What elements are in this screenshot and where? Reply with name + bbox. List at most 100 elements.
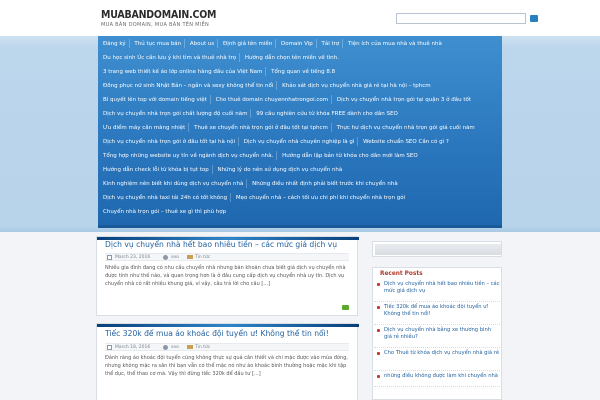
nav-item[interactable]: Khảo sát dịch vụ chuyển nhà giá rẻ tại h… xyxy=(279,80,434,93)
bullet-icon xyxy=(377,283,380,286)
nav-item-dinh-gia[interactable]: Định giá tên miền xyxy=(220,38,275,51)
nav-item[interactable]: Bí quyết lên top với domain tiếng việt xyxy=(100,94,210,107)
sidebar-widget-top xyxy=(372,241,502,257)
nav-item[interactable]: Tổng quan về tiếng 8.8 xyxy=(268,66,338,79)
nav-divider xyxy=(357,137,359,146)
nav-divider xyxy=(238,137,240,146)
nav-item[interactable]: Dịch vụ chuyển nhà trọn gói ở đâu tốt tạ… xyxy=(100,136,238,149)
nav-divider xyxy=(230,193,232,202)
nav-item[interactable]: Những lý do nên sử dụng dịch vụ chuyển n… xyxy=(214,164,345,177)
post-title[interactable]: Tiếc 320k để mua áo khoác đội tuyển ư! K… xyxy=(105,329,329,338)
nav-row: Kinh nghiệm nên biết khi dùng dịch vụ ch… xyxy=(100,178,401,192)
folder-icon xyxy=(187,345,193,349)
calendar-icon xyxy=(107,255,112,260)
recent-posts-title: Recent Posts xyxy=(380,271,423,277)
nav-item[interactable]: Mẹo chuyển nhà – cách tối ưu chi phí khi… xyxy=(233,192,408,205)
post-meta: March 23, 2016 seo Tin tức xyxy=(105,253,349,261)
nav-divider xyxy=(211,165,213,174)
recent-post-item[interactable]: Tiếc 320k để mua áo khoác đội tuyển ư! K… xyxy=(374,304,500,325)
post-author[interactable]: seo xyxy=(171,255,179,260)
recent-post-item[interactable]: Dịch vụ chuyển nhà hết bao nhiêu tiền – … xyxy=(374,281,500,302)
nav-item[interactable]: 99 câu nghiên cứu từ khóa FREE dành cho … xyxy=(253,108,401,121)
nav-row: Đăng ký Thủ tục mua bán About us Định gi… xyxy=(100,38,445,52)
recent-post-link[interactable]: Dịch vụ chuyển nhà hết bao nhiêu tiền – … xyxy=(384,281,500,294)
nav-item[interactable]: Ưu điểm máy cân màng nhiệt xyxy=(100,122,188,135)
nav-row: Ưu điểm máy cân màng nhiệt Thuê xe chuyể… xyxy=(100,122,478,136)
recent-post-item[interactable]: Cho Thuê từ khóa dịch vụ chuyển nhà giá … xyxy=(374,350,500,371)
nav-item[interactable]: Dịch vụ chuyển nhà trọn gói tại quận 3 ở… xyxy=(334,94,474,107)
nav-item-dang-ky[interactable]: Đăng ký xyxy=(100,38,129,51)
nav-divider xyxy=(209,95,211,104)
nav-row: 3 trang web thiết kế áo lớp online hàng … xyxy=(100,66,338,80)
bullet-icon xyxy=(377,352,380,355)
nav-item[interactable]: Dịch vụ chuyển nhà chuyên nghiệp là gì xyxy=(241,136,358,149)
recent-post-link[interactable]: Dịch vụ chuyển nhà bằng xe thương binh g… xyxy=(384,327,491,340)
site-tagline: MUA BÁN DOMAIN, MUA BÁN TÊN MIỀN xyxy=(101,22,210,28)
search-input[interactable] xyxy=(396,13,526,24)
nav-divider xyxy=(188,123,190,132)
nav-divider xyxy=(246,179,248,188)
nav-row: Dịch vụ chuyển nhà taxi tải 24h có tốt k… xyxy=(100,192,408,206)
post-category[interactable]: Tin tức xyxy=(195,255,210,260)
nav-item[interactable]: Website chuẩn SEO Cần có gì ? xyxy=(360,136,452,149)
search-button[interactable] xyxy=(530,15,538,22)
nav-row: Dịch vụ chuyển nhà trọn gói ở đâu tốt tạ… xyxy=(100,136,452,150)
nav-item-about[interactable]: About us xyxy=(187,38,217,51)
nav-item[interactable]: Kinh nghiệm nên biết khi dùng dịch vụ ch… xyxy=(100,178,246,191)
nav-item[interactable]: Cho thuê domain chuyennhatrongoi.com xyxy=(213,94,332,107)
nav-item[interactable]: Thuê xe chuyển nhà trọn gói ở đâu tốt tạ… xyxy=(191,122,331,135)
nav-row: Hướng dẫn check lỗi từ khóa bị tụt top N… xyxy=(100,164,345,178)
user-icon xyxy=(163,345,168,350)
recent-post-link[interactable]: Tiếc 320k để mua áo khoác đội tuyển ư! K… xyxy=(384,304,489,317)
nav-item-domain-vip[interactable]: Domain Vip xyxy=(278,38,316,51)
post-excerpt: Nhiều gia đình đang có nhu cầu chuyển nh… xyxy=(105,265,346,287)
post-date: March 23, 2016 xyxy=(115,255,151,260)
recent-post-link[interactable]: Cho Thuê từ khóa dịch vụ chuyển nhà giá … xyxy=(384,350,499,356)
recent-post-item[interactable]: Dịch vụ chuyển nhà bằng xe thương binh g… xyxy=(374,327,500,348)
nav-item-tai-tro[interactable]: Tải trợ xyxy=(319,38,343,51)
nav-item[interactable]: Dịch vụ chuyển nhà trọn gói chất lượng đ… xyxy=(100,108,250,121)
nav-item-tien-ich[interactable]: Tiện ích của mua nhà và thuê nhà xyxy=(345,38,445,51)
sidebar-widget-header xyxy=(375,244,501,255)
nav-item[interactable]: 3 trang web thiết kế áo lớp online hàng … xyxy=(100,66,265,79)
nav-item[interactable]: Hướng dẫn check lỗi từ khóa bị tụt top xyxy=(100,164,212,177)
nav-divider xyxy=(239,53,241,62)
folder-icon xyxy=(187,255,193,259)
bullet-icon xyxy=(377,329,380,332)
site-header: MUABANDOMAIN.COM MUA BÁN DOMAIN, MUA BÁN… xyxy=(0,0,600,36)
nav-divider xyxy=(342,39,344,48)
nav-row: Đồng phục nữ sinh Nhật Bản – ngắn và sex… xyxy=(100,80,434,94)
recent-post-item[interactable]: những điều không được làm khi chuyển nhà xyxy=(374,373,500,387)
nav-item[interactable]: Thực hư dịch vụ chuyển nhà trọn gói giá … xyxy=(334,122,478,135)
post-category[interactable]: Tin tức xyxy=(195,345,210,350)
post-date: March 18, 2016 xyxy=(115,345,151,350)
nav-divider xyxy=(250,109,252,118)
nav-row: Bí quyết lên top với domain tiếng việt C… xyxy=(100,94,474,108)
nav-item[interactable]: Dịch vụ chuyển nhà taxi tải 24h có tốt k… xyxy=(100,192,230,205)
post-excerpt: Đánh răng áo khoác đội tuyển cũng không … xyxy=(105,355,348,377)
nav-item[interactable]: Du học sinh Úc cần lưu ý khi tìm và thuê… xyxy=(100,52,239,65)
nav-item[interactable]: Hướng dẫn lập bản từ khóa cho dân mới là… xyxy=(279,150,421,163)
post-card: Dịch vụ chuyển nhà hết bao nhiêu tiền – … xyxy=(96,236,359,316)
nav-item[interactable]: Đồng phục nữ sinh Nhật Bản – ngắn và sex… xyxy=(100,80,276,93)
nav-item[interactable]: Những điều nhất định phải biết trước khi… xyxy=(249,178,401,191)
nav-divider xyxy=(276,81,278,90)
nav-item-thu-tuc[interactable]: Thủ tục mua bán xyxy=(131,38,184,51)
nav-divider xyxy=(128,39,130,48)
nav-row: Du học sinh Úc cần lưu ý khi tìm và thuê… xyxy=(100,52,342,66)
post-author[interactable]: seo xyxy=(171,345,179,350)
nav-item[interactable]: Hướng dẫn chọn tên miền về tình. xyxy=(242,52,342,65)
nav-item[interactable]: Tổng hợp những website uy tín về ngành d… xyxy=(100,150,276,163)
post-card: Tiếc 320k để mua áo khoác đội tuyển ư! K… xyxy=(96,323,359,400)
nav-item[interactable]: Chuyển nhà trọn gói – thuê xe gì thì phù… xyxy=(100,206,229,219)
nav-divider xyxy=(217,39,219,48)
recent-post-link[interactable]: những điều không được làm khi chuyển nhà xyxy=(384,373,498,379)
nav-divider xyxy=(275,39,277,48)
nav-row: Tổng hợp những website uy tín về ngành d… xyxy=(100,150,421,164)
bullet-icon xyxy=(377,306,380,309)
post-title[interactable]: Dịch vụ chuyển nhà hết bao nhiêu tiền – … xyxy=(105,240,337,249)
site-logo[interactable]: MUABANDOMAIN.COM xyxy=(101,9,216,21)
nav-divider xyxy=(276,151,278,160)
nav-divider xyxy=(330,123,332,132)
read-more-arrow-icon[interactable] xyxy=(342,305,349,310)
